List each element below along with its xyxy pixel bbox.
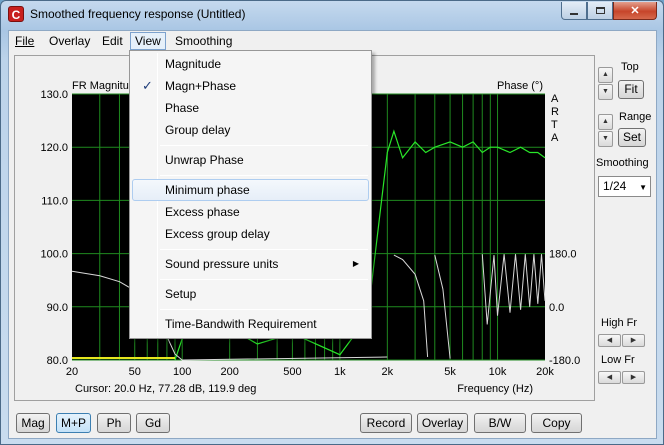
range-down-arrow[interactable]: ▼: [598, 131, 613, 147]
gd-button[interactable]: Gd: [136, 413, 170, 433]
y-tick-label-left: 120.0: [40, 142, 68, 154]
y-tick-label-left: 100.0: [40, 249, 68, 261]
x-tick-label: 20: [66, 366, 78, 378]
chart-title-left: FR Magnitu: [72, 80, 129, 92]
x-tick-label: 200: [220, 366, 238, 378]
mp-button[interactable]: M+P: [56, 413, 91, 433]
menu-item-magn-phase[interactable]: ✓ Magn+Phase: [132, 75, 369, 97]
menu-item-setup[interactable]: Setup: [132, 283, 369, 305]
right-panel: ▲ ▼ Top Fit ▲ ▼ Range Set Smoothing 1/24…: [595, 55, 655, 401]
menu-item-magnitude[interactable]: Magnitude: [132, 53, 369, 75]
close-icon: ✕: [630, 5, 640, 17]
menu-item-magn-phase-label: Magn+Phase: [165, 79, 237, 93]
y-tick-label-right: 180.0: [549, 249, 577, 261]
menu-item-time-bandwidth[interactable]: Time-Bandwith Requirement: [132, 313, 369, 335]
high-fr-left-arrow[interactable]: ◀: [598, 334, 621, 347]
submenu-arrow-icon: ▶: [352, 259, 359, 268]
brand-letter: A: [551, 132, 559, 144]
x-tick-label: 2k: [382, 366, 394, 378]
menu-smoothing[interactable]: Smoothing: [175, 34, 232, 48]
menu-item-group-delay[interactable]: Group delay: [132, 119, 369, 141]
high-fr-right-arrow[interactable]: ▶: [622, 334, 645, 347]
menu-separator: [160, 309, 368, 310]
ph-button[interactable]: Ph: [97, 413, 131, 433]
low-fr-label: Low Fr: [601, 354, 635, 366]
menu-edit[interactable]: Edit: [102, 34, 123, 48]
menu-separator: [160, 145, 368, 146]
mag-button[interactable]: Mag: [16, 413, 50, 433]
menu-overlay[interactable]: Overlay: [49, 34, 90, 48]
menu-item-excess-group-delay[interactable]: Excess group delay: [132, 223, 369, 245]
copy-button[interactable]: Copy: [531, 413, 582, 433]
bw-button[interactable]: B/W: [474, 413, 526, 433]
low-fr-right-arrow[interactable]: ▶: [622, 371, 645, 384]
x-tick-label: 5k: [444, 366, 456, 378]
smoothing-label: Smoothing: [596, 157, 649, 169]
range-label: Range: [619, 111, 652, 123]
x-tick-label: 20k: [536, 366, 554, 378]
maximize-button[interactable]: [587, 2, 613, 20]
menu-view[interactable]: View: [130, 32, 166, 50]
record-button[interactable]: Record: [360, 413, 412, 433]
window-title: Smoothed frequency response (Untitled): [30, 7, 246, 21]
view-menu-dropdown: Magnitude ✓ Magn+Phase Phase Group delay…: [129, 50, 372, 339]
top-up-arrow[interactable]: ▲: [598, 67, 613, 83]
x-tick-label: 500: [283, 366, 301, 378]
brand-letter: R: [551, 106, 559, 118]
minimize-button[interactable]: [561, 2, 587, 20]
menu-separator: [160, 249, 368, 250]
y-tick-label-right: 0.0: [549, 302, 564, 314]
menu-item-minimum-phase[interactable]: Minimum phase: [132, 179, 369, 201]
x-tick-label: 10k: [489, 366, 507, 378]
menu-separator: [160, 175, 368, 176]
cursor-readout: Cursor: 20.0 Hz, 77.28 dB, 119.9 deg: [75, 383, 256, 395]
checkmark-icon: ✓: [142, 78, 153, 93]
menu-item-unwrap-phase[interactable]: Unwrap Phase: [132, 149, 369, 171]
app-icon[interactable]: C: [8, 6, 24, 22]
brand-letter: T: [551, 119, 558, 131]
caption-buttons: ✕: [561, 2, 657, 20]
menu-item-excess-phase[interactable]: Excess phase: [132, 201, 369, 223]
x-tick-label: 1k: [334, 366, 346, 378]
smoothing-select[interactable]: 1/24 ▼: [598, 176, 651, 197]
range-up-arrow[interactable]: ▲: [598, 114, 613, 130]
chart-title-right: Phase (°): [497, 80, 543, 92]
maximize-icon: [595, 7, 605, 14]
title-bar[interactable]: C Smoothed frequency response (Untitled)…: [1, 1, 663, 29]
menu-file[interactable]: File: [15, 34, 34, 48]
x-axis-label: Frequency (Hz): [457, 383, 533, 395]
top-label: Top: [621, 61, 639, 73]
close-button[interactable]: ✕: [613, 2, 657, 20]
menu-bar: File Overlay Edit View Smoothing: [9, 31, 656, 51]
y-tick-label-left: 110.0: [41, 195, 68, 207]
menu-file-label: File: [15, 34, 35, 48]
brand-letter: A: [551, 93, 559, 105]
set-button[interactable]: Set: [618, 128, 646, 147]
y-tick-label-left: 80.0: [47, 355, 68, 367]
y-tick-label-left: 90.0: [47, 302, 68, 314]
x-tick-label: 100: [173, 366, 191, 378]
overlay-button[interactable]: Overlay: [417, 413, 468, 433]
menu-item-sound-pressure-units[interactable]: Sound pressure units ▶: [132, 253, 369, 275]
smoothing-value: 1/24: [603, 179, 627, 193]
y-tick-label-left: 130.0: [40, 89, 68, 101]
menu-separator: [160, 279, 368, 280]
fit-button[interactable]: Fit: [618, 80, 644, 99]
app-window: C Smoothed frequency response (Untitled)…: [0, 0, 664, 445]
x-tick-label: 50: [129, 366, 141, 378]
top-down-arrow[interactable]: ▼: [598, 84, 613, 100]
low-fr-left-arrow[interactable]: ◀: [598, 371, 621, 384]
menu-item-sound-pressure-units-label: Sound pressure units: [165, 257, 279, 271]
high-fr-label: High Fr: [601, 317, 638, 329]
chevron-down-icon: ▼: [639, 183, 647, 192]
minimize-icon: [570, 12, 578, 15]
menu-item-phase[interactable]: Phase: [132, 97, 369, 119]
